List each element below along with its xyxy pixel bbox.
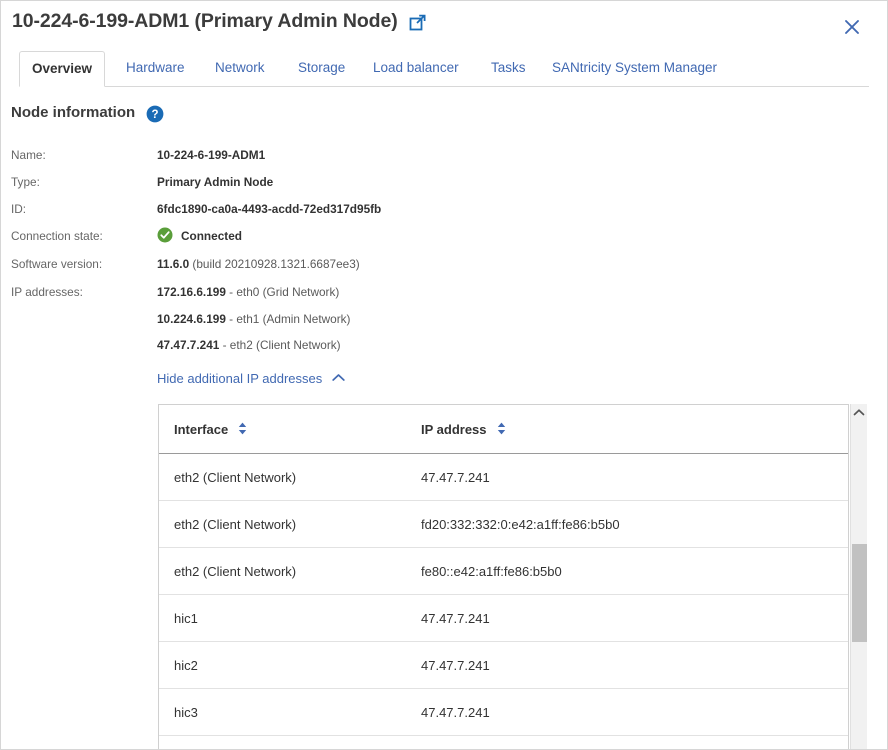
- ip-detail-1: - eth1 (Admin Network): [226, 312, 351, 326]
- label-ip-addresses: IP addresses:: [11, 285, 83, 299]
- value-ip-address-2: 47.47.7.241 - eth2 (Client Network): [157, 338, 341, 352]
- tab-santricity-system-manager[interactable]: SANtricity System Manager: [540, 51, 729, 86]
- table-row[interactable]: hic1 47.47.7.241: [159, 595, 848, 642]
- ip-address-2: 47.47.7.241: [157, 338, 219, 352]
- tab-network[interactable]: Network: [203, 51, 277, 86]
- software-build-string: (build 20210928.1321.6687ee3): [189, 257, 360, 271]
- table-row[interactable]: [159, 736, 848, 750]
- sort-icon[interactable]: [497, 422, 506, 437]
- cell-interface: eth2 (Client Network): [159, 470, 421, 485]
- page-title: 10-224-6-199-ADM1 (Primary Admin Node): [12, 10, 398, 33]
- svg-text:?: ?: [151, 109, 158, 121]
- tab-storage[interactable]: Storage: [286, 51, 357, 86]
- cell-ip-address: 47.47.7.241: [421, 658, 848, 673]
- ip-address-0: 172.16.6.199: [157, 285, 226, 299]
- cell-interface: eth2 (Client Network): [159, 517, 421, 532]
- chevron-up-icon: [332, 370, 345, 385]
- column-header-interface[interactable]: Interface: [159, 421, 421, 437]
- cell-ip-address: 47.47.7.241: [421, 705, 848, 720]
- cell-interface: hic2: [159, 658, 421, 673]
- value-ip-address-1: 10.224.6.199 - eth1 (Admin Network): [157, 312, 350, 326]
- cell-ip-address: fe80::e42:a1ff:fe86:b5b0: [421, 564, 848, 579]
- column-header-interface-label: Interface: [174, 422, 228, 437]
- tab-load-balancer[interactable]: Load balancer: [361, 51, 471, 86]
- tab-overview[interactable]: Overview: [19, 51, 105, 87]
- close-icon[interactable]: [841, 16, 863, 38]
- table-header-row: Interface IP address: [159, 405, 848, 454]
- tab-bar: Overview Hardware Network Storage Load b…: [1, 51, 887, 87]
- cell-ip-address: 47.47.7.241: [421, 611, 848, 626]
- table-scrollbar[interactable]: [850, 404, 867, 750]
- help-icon[interactable]: ?: [146, 105, 164, 123]
- value-type: Primary Admin Node: [157, 175, 273, 189]
- ip-address-1: 10.224.6.199: [157, 312, 226, 326]
- tab-hardware[interactable]: Hardware: [114, 51, 197, 86]
- cell-interface: eth2 (Client Network): [159, 564, 421, 579]
- label-software-version: Software version:: [11, 257, 102, 271]
- ip-addresses-table: Interface IP address eth2 (Client Networ…: [158, 404, 849, 750]
- label-connection-state: Connection state:: [11, 229, 103, 243]
- node-details-panel: 10-224-6-199-ADM1 (Primary Admin Node) O…: [0, 0, 888, 750]
- ip-detail-0: - eth0 (Grid Network): [226, 285, 339, 299]
- value-name: 10-224-6-199-ADM1: [157, 148, 265, 162]
- external-link-icon[interactable]: [409, 14, 426, 31]
- table-row[interactable]: hic3 47.47.7.241: [159, 689, 848, 736]
- table-row[interactable]: hic2 47.47.7.241: [159, 642, 848, 689]
- cell-interface: hic3: [159, 705, 421, 720]
- value-ip-address-0: 172.16.6.199 - eth0 (Grid Network): [157, 285, 339, 299]
- hide-additional-label: Hide additional IP addresses: [157, 371, 322, 386]
- software-version-number: 11.6.0: [157, 257, 189, 271]
- check-circle-icon: [157, 227, 173, 243]
- sort-icon[interactable]: [238, 422, 247, 437]
- label-id: ID:: [11, 202, 26, 216]
- table-row[interactable]: eth2 (Client Network) 47.47.7.241: [159, 454, 848, 501]
- label-type: Type:: [11, 175, 40, 189]
- chevron-up-icon[interactable]: [851, 404, 867, 420]
- status-badge: Connected: [181, 229, 242, 243]
- panel-header: 10-224-6-199-ADM1 (Primary Admin Node): [1, 1, 887, 47]
- hide-additional-ip-addresses-link[interactable]: Hide additional IP addresses: [157, 371, 345, 386]
- table-row[interactable]: eth2 (Client Network) fd20:332:332:0:e42…: [159, 501, 848, 548]
- cell-interface: hic1: [159, 611, 421, 626]
- tab-tasks[interactable]: Tasks: [479, 51, 538, 86]
- table-row[interactable]: eth2 (Client Network) fe80::e42:a1ff:fe8…: [159, 548, 848, 595]
- column-header-ip-address[interactable]: IP address: [421, 421, 848, 437]
- section-title: Node information: [11, 104, 135, 121]
- label-name: Name:: [11, 148, 46, 162]
- ip-detail-2: - eth2 (Client Network): [219, 338, 340, 352]
- cell-ip-address: 47.47.7.241: [421, 470, 848, 485]
- value-id: 6fdc1890-ca0a-4493-acdd-72ed317d95fb: [157, 202, 381, 216]
- scrollbar-thumb[interactable]: [852, 544, 867, 642]
- column-header-ip-address-label: IP address: [421, 422, 487, 437]
- value-software-version: 11.6.0 (build 20210928.1321.6687ee3): [157, 257, 360, 271]
- cell-ip-address: fd20:332:332:0:e42:a1ff:fe86:b5b0: [421, 517, 848, 532]
